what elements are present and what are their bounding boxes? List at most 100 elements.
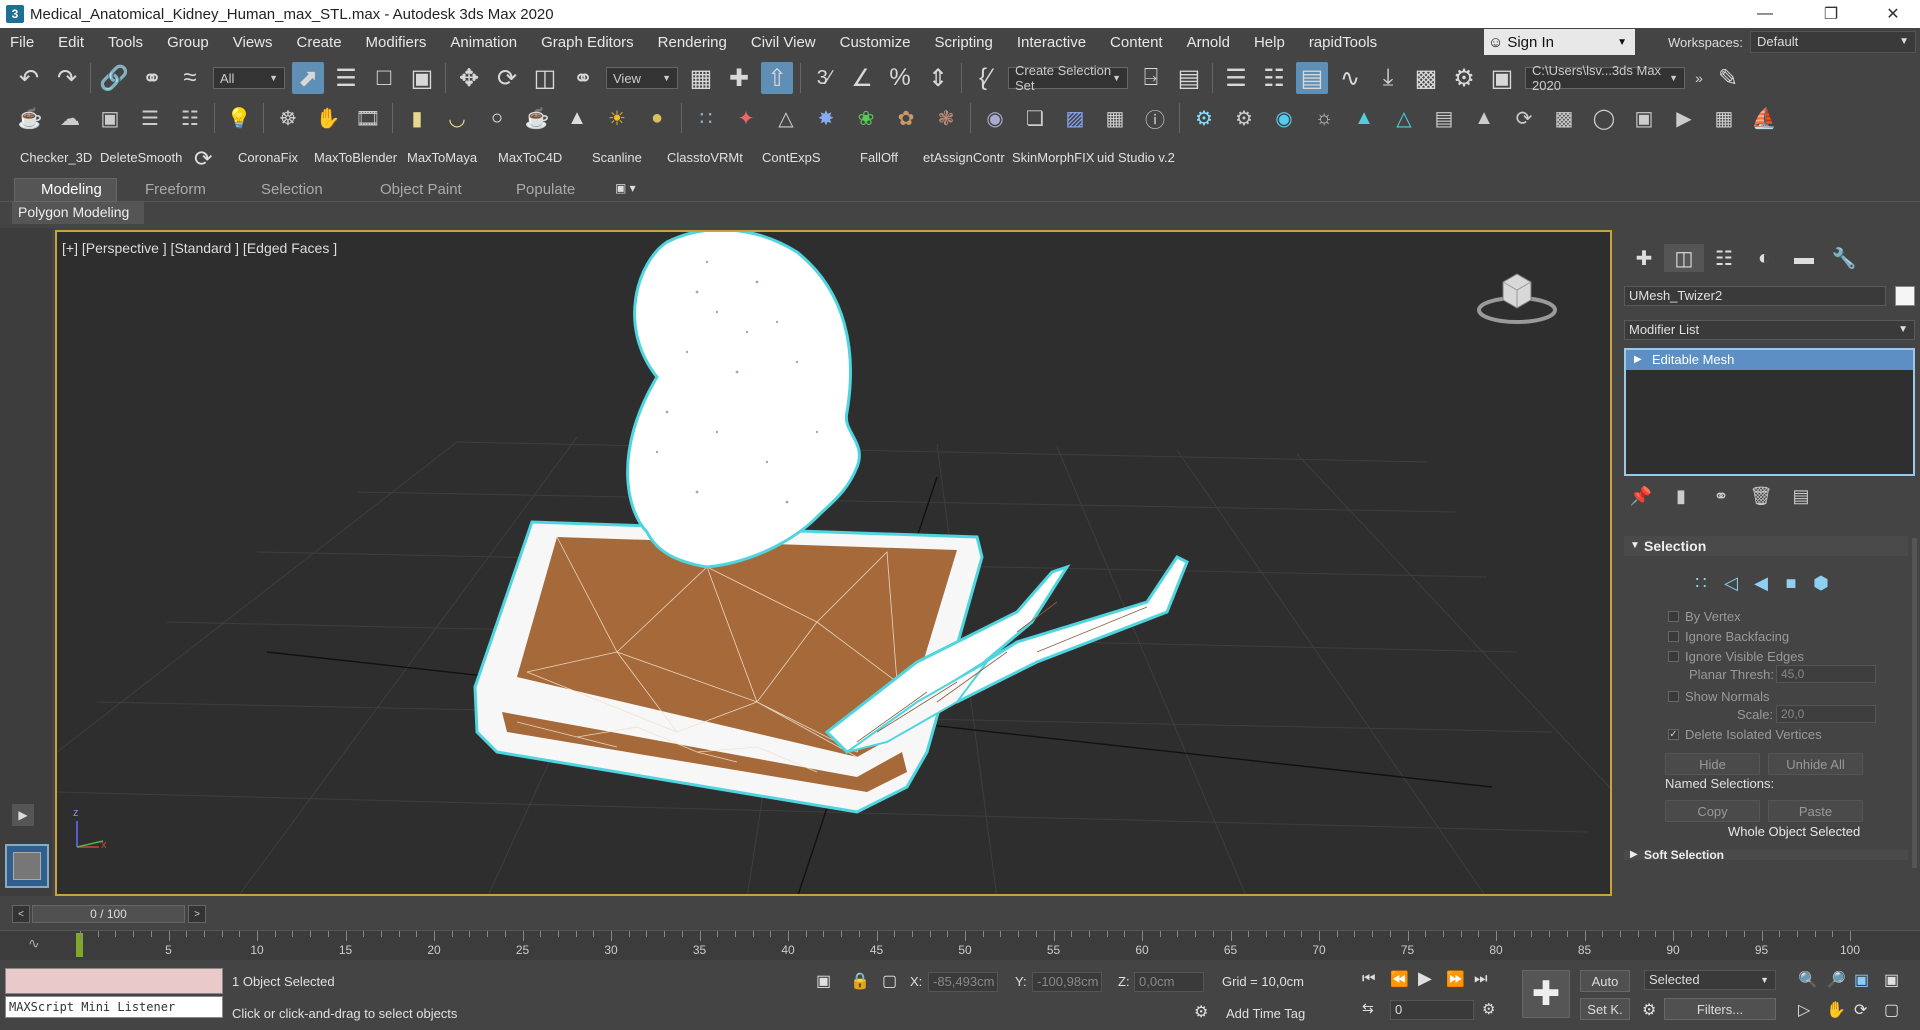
toolbar-overflow-icon[interactable]: » xyxy=(1692,62,1706,94)
scale-icon[interactable]: ◫ xyxy=(529,62,561,94)
manipulate-icon[interactable]: ✚ xyxy=(723,62,755,94)
menu-rapidtools[interactable]: rapidTools xyxy=(1297,34,1389,51)
frame-icon[interactable]: ▣ xyxy=(1629,103,1659,133)
tab-object-paint[interactable]: Object Paint xyxy=(380,181,462,198)
percent-snap-icon[interactable]: % xyxy=(884,62,916,94)
place-icon[interactable]: ⚭ xyxy=(567,62,599,94)
key-mode-toggle-icon[interactable]: ⇆ xyxy=(1362,1000,1374,1017)
tab-selection[interactable]: Selection xyxy=(261,181,323,198)
list-icon[interactable]: ☰ xyxy=(135,103,165,133)
window-crossing-icon[interactable]: ▣ xyxy=(406,62,438,94)
motion-tab-icon[interactable]: ◐ xyxy=(1744,244,1784,272)
key-filter-dropdown[interactable]: Selected ▼ xyxy=(1644,970,1776,990)
crop-icon[interactable]: ▦ xyxy=(1709,103,1739,133)
isolate-selection-icon[interactable]: ▣ xyxy=(816,971,831,991)
perspective-viewport[interactable]: [+] [Perspective ] [Standard ] [Edged Fa… xyxy=(55,230,1612,896)
reference-coordinate-dropdown[interactable]: View ▼ xyxy=(606,67,678,89)
redo-icon[interactable]: ↷ xyxy=(51,62,83,94)
edit-named-selection-icon[interactable]: {∕ xyxy=(969,62,1001,94)
script-falloff[interactable]: FallOff xyxy=(860,150,898,165)
minimize-button[interactable]: — xyxy=(1742,0,1788,28)
field-of-view-icon[interactable]: ▷ xyxy=(1798,1000,1810,1020)
menu-group[interactable]: Group xyxy=(155,34,221,51)
pivot-center-icon[interactable]: ▦ xyxy=(685,62,717,94)
time-slider-thumb[interactable]: 0 / 100 xyxy=(32,905,185,923)
script-maxtoblender[interactable]: MaxToBlender xyxy=(314,150,397,165)
track-bar[interactable]: ∿ 5 10 15 20 25 30 35 40 45 50 55 60 65 70 75 80 85 90 95 1… xyxy=(0,930,1920,960)
script-uid-studio[interactable]: uid Studio v.2 xyxy=(1097,150,1175,165)
zoom-icon[interactable]: 🔍 xyxy=(1798,970,1818,990)
modify-tab-icon[interactable]: ◫ xyxy=(1664,244,1704,272)
menu-modifiers[interactable]: Modifiers xyxy=(354,34,439,51)
lamp-icon[interactable]: ▲ xyxy=(1469,103,1499,133)
align-icon[interactable]: ▤ xyxy=(1173,62,1205,94)
menu-civil-view[interactable]: Civil View xyxy=(739,34,828,51)
vertex-level-icon[interactable]: ∷ xyxy=(1686,570,1716,596)
object-color-swatch[interactable] xyxy=(1895,286,1915,306)
menu-animation[interactable]: Animation xyxy=(438,34,529,51)
plant-icon[interactable]: ❀ xyxy=(851,103,881,133)
script-classtovrmt[interactable]: ClasstoVRMt xyxy=(667,150,743,165)
film-icon[interactable]: 🎞 xyxy=(353,103,383,133)
teapot-icon[interactable]: ☕ xyxy=(15,103,45,133)
next-frame-icon[interactable]: ⏩ xyxy=(1446,970,1465,988)
zoom-all-icon[interactable]: 🔎 xyxy=(1826,970,1846,990)
ship-icon[interactable]: ⛵ xyxy=(1749,103,1779,133)
gear-sphere-icon[interactable]: ✸ xyxy=(811,103,841,133)
zoom-extents-icon[interactable]: ▣ xyxy=(1854,970,1869,990)
rect-selection-icon[interactable]: □ xyxy=(368,62,400,94)
hemisphere-icon[interactable]: ◡ xyxy=(442,103,472,133)
mirror-icon[interactable]: ⍈ xyxy=(1135,62,1167,94)
render-iterative-icon[interactable]: ✎ xyxy=(1712,62,1744,94)
snap-3d-icon[interactable]: 3∕ xyxy=(808,62,840,94)
layer-explorer-icon[interactable]: ☷ xyxy=(1258,62,1290,94)
x-coord-field[interactable]: -85,493cm xyxy=(928,972,998,992)
pin-stack-icon[interactable]: 📌 xyxy=(1626,484,1656,508)
spinner-snap-icon[interactable]: ⇕ xyxy=(922,62,954,94)
script-checker-3d[interactable]: Checker_3D xyxy=(20,150,92,165)
bulb-outline-icon[interactable]: ◯ xyxy=(1589,103,1619,133)
glass-sphere-icon[interactable]: ◉ xyxy=(980,103,1010,133)
teapot-primitive-icon[interactable]: ☕ xyxy=(522,103,552,133)
layered-squares-icon[interactable]: ❏ xyxy=(1020,103,1050,133)
refresh-icon[interactable]: ⟳ xyxy=(1509,103,1539,133)
stack-item-editable-mesh[interactable]: ▶ Editable Mesh xyxy=(1626,350,1913,370)
cloud-icon[interactable]: ☁ xyxy=(55,103,85,133)
script-coronafix[interactable]: CoronaFix xyxy=(238,150,298,165)
dots-grid-icon[interactable]: ∷ xyxy=(691,103,721,133)
polygon-level-icon[interactable]: ■ xyxy=(1776,570,1806,596)
menu-file[interactable]: File xyxy=(0,34,46,51)
close-button[interactable]: ✕ xyxy=(1870,0,1916,28)
unhide-all-button[interactable]: Unhide All xyxy=(1768,753,1863,775)
cube-map-icon[interactable]: ▨ xyxy=(1060,103,1090,133)
render-settings-icon[interactable]: ⚙ xyxy=(1229,103,1259,133)
select-by-name-icon[interactable]: ☰ xyxy=(330,62,362,94)
menu-arnold[interactable]: Arnold xyxy=(1175,34,1242,51)
y-coord-field[interactable]: -100,98cm xyxy=(1032,972,1102,992)
maximize-button[interactable]: ❐ xyxy=(1808,0,1854,28)
menu-create[interactable]: Create xyxy=(285,34,354,51)
configure-modifier-sets-icon[interactable]: ▤ xyxy=(1786,484,1816,508)
lattice-icon[interactable]: △ xyxy=(771,103,801,133)
hand-icon[interactable]: ✋ xyxy=(313,103,343,133)
delete-isolated-vertices-checkbox[interactable]: ✓ Delete Isolated Vertices xyxy=(1668,727,1822,742)
scale-spinner[interactable]: 20,0 xyxy=(1776,705,1876,723)
sun-icon[interactable]: ☀ xyxy=(602,103,632,133)
tab-freeform[interactable]: Freeform xyxy=(145,181,206,198)
feather-icon[interactable]: ✿ xyxy=(891,103,921,133)
link-icon[interactable]: 🔗 xyxy=(98,62,130,94)
menu-graph-editors[interactable]: Graph Editors xyxy=(529,34,646,51)
scene-explorer-icon[interactable]: ☰ xyxy=(1220,62,1252,94)
key-filters-button[interactable]: Filters... xyxy=(1664,998,1776,1020)
edge-level-icon[interactable]: ◁ xyxy=(1716,570,1746,596)
help-icon[interactable]: ⓘ xyxy=(1140,103,1170,133)
script-skinmorphfix[interactable]: SkinMorphFIX xyxy=(1012,150,1094,165)
deletesmooth-icon[interactable]: ⟳ xyxy=(194,146,212,172)
selection-lock-icon[interactable]: 🔒 xyxy=(850,971,870,991)
ribbon-options-icon[interactable]: ▣ ▾ xyxy=(615,181,636,195)
rotate-icon[interactable]: ⟳ xyxy=(491,62,523,94)
object-name-field[interactable]: UMesh_Twizer2 xyxy=(1624,286,1886,306)
ignore-backfacing-checkbox[interactable]: Ignore Backfacing xyxy=(1668,629,1789,644)
current-frame-field[interactable]: 0 xyxy=(1390,1000,1474,1020)
ignore-visible-edges-checkbox[interactable]: Ignore Visible Edges xyxy=(1668,649,1804,664)
